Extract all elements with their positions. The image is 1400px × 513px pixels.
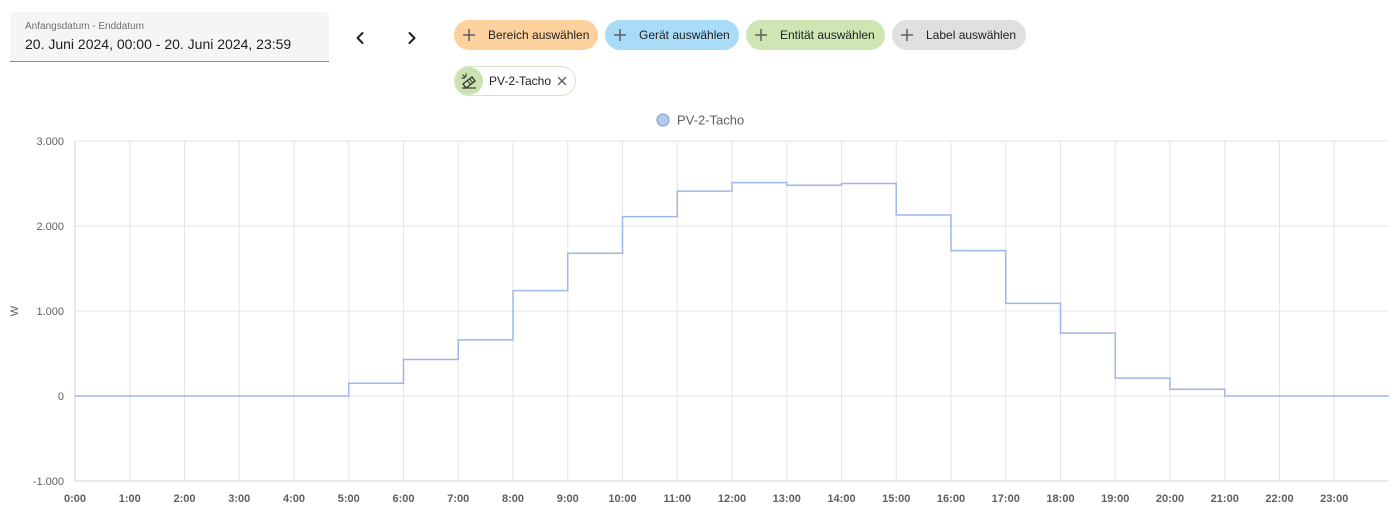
date-range-label: Anfangsdatum - Enddatum — [25, 21, 144, 32]
y-tick-label: 0 — [58, 391, 64, 403]
date-range-value: 20. Juni 2024, 00:00 - 20. Juni 2024, 23… — [25, 36, 292, 52]
y-tick-label: 3.000 — [36, 136, 64, 148]
plus-icon — [900, 28, 914, 42]
selected-entity-label: PV-2-Tacho — [489, 74, 552, 88]
x-tick-label: 23:00 — [1320, 493, 1348, 505]
entity-filter-chip[interactable]: Entität auswählen — [746, 20, 885, 50]
previous-period-button[interactable] — [344, 22, 376, 54]
area-filter-chip[interactable]: Bereich auswählen — [454, 20, 598, 50]
history-chart: PV-2-Tacho -1.000 0 1.000 2.000 3.000 0:00 1:… — [9, 113, 1389, 505]
device-filter-chip[interactable]: Gerät auswählen — [605, 20, 739, 50]
label-filter-chip[interactable]: Label auswählen — [892, 20, 1026, 50]
y-tick-label: 1.000 — [36, 306, 64, 318]
x-tick-label: 18:00 — [1046, 493, 1074, 505]
plus-icon — [754, 28, 768, 42]
x-tick-label: 10:00 — [608, 493, 636, 505]
x-tick-label: 13:00 — [773, 493, 801, 505]
y-tick-label: -1.000 — [33, 476, 64, 488]
device-filter-label: Gerät auswählen — [639, 28, 730, 42]
selected-entity-chip[interactable]: PV-2-Tacho — [454, 66, 576, 96]
x-tick-label: 22:00 — [1265, 493, 1293, 505]
y-tick-label: 2.000 — [36, 221, 64, 233]
x-tick-label: 11:00 — [663, 493, 691, 505]
date-range-picker[interactable]: Anfangsdatum - Enddatum 20. Juni 2024, 0… — [10, 12, 329, 62]
entity-filter-label: Entität auswählen — [780, 28, 875, 42]
x-tick-label: 12:00 — [718, 493, 746, 505]
x-tick-label: 1:00 — [119, 493, 141, 505]
x-tick-label: 8:00 — [502, 493, 524, 505]
plus-icon — [613, 28, 627, 42]
x-tick-label: 14:00 — [827, 493, 855, 505]
y-axis-title: W — [9, 305, 21, 316]
x-tick-label: 15:00 — [882, 493, 910, 505]
chart-legend[interactable]: PV-2-Tacho — [656, 113, 744, 128]
x-tick-label: 19:00 — [1101, 493, 1129, 505]
entity-avatar — [455, 67, 483, 95]
area-filter-label: Bereich auswählen — [488, 28, 590, 42]
solar-power-icon — [461, 73, 476, 89]
x-tick-label: 17:00 — [992, 493, 1020, 505]
x-tick-label: 5:00 — [338, 493, 360, 505]
plus-icon — [462, 28, 476, 42]
x-tick-label: 3:00 — [228, 493, 250, 505]
y-axis-ticks: -1.000 0 1.000 2.000 3.000 — [33, 136, 64, 488]
next-period-button[interactable] — [396, 22, 428, 54]
x-axis-ticks: 0:00 1:00 2:00 3:00 4:00 5:00 6:00 7:00 8:00 9:00… — [64, 493, 1348, 505]
chart-grid — [74, 140, 1389, 482]
x-tick-label: 6:00 — [392, 493, 414, 505]
x-tick-label: 2:00 — [173, 493, 195, 505]
x-tick-label: 4:00 — [283, 493, 305, 505]
legend-label: PV-2-Tacho — [677, 113, 744, 128]
legend-swatch — [656, 113, 670, 127]
remove-entity-button[interactable] — [555, 74, 569, 88]
x-tick-label: 20:00 — [1156, 493, 1184, 505]
x-tick-label: 21:00 — [1211, 493, 1239, 505]
x-tick-label: 0:00 — [64, 493, 86, 505]
close-icon — [557, 76, 567, 86]
x-tick-label: 16:00 — [937, 493, 965, 505]
label-filter-label: Label auswählen — [926, 28, 1017, 42]
x-tick-label: 7:00 — [447, 493, 469, 505]
chevron-left-icon — [356, 32, 364, 44]
chevron-right-icon — [408, 32, 416, 44]
x-tick-label: 9:00 — [557, 493, 579, 505]
